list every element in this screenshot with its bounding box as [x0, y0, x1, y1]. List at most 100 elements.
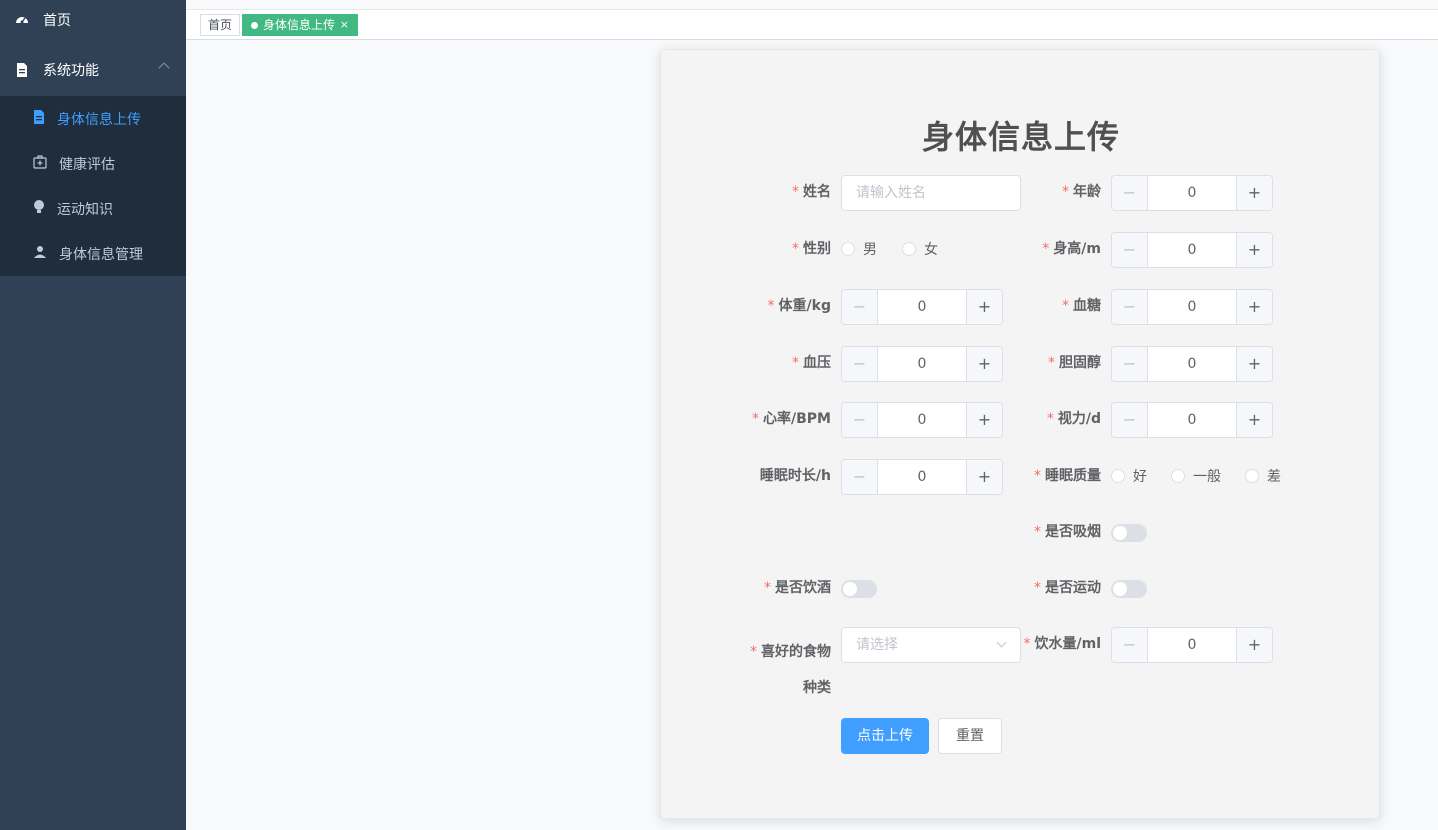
- blood-sugar-label: * 血糖: [1062, 298, 1101, 314]
- height-stepper[interactable]: − 0 +: [1111, 232, 1273, 268]
- reset-button[interactable]: 重置: [938, 718, 1002, 754]
- document-icon: [15, 63, 29, 77]
- menu-item-system[interactable]: 系统功能: [0, 48, 186, 92]
- plus-icon[interactable]: +: [1236, 347, 1272, 381]
- radio-circle-icon: [1245, 469, 1259, 483]
- drinking-switch[interactable]: [841, 580, 877, 598]
- plus-icon[interactable]: +: [966, 403, 1002, 437]
- height-label: * 身高/m: [1042, 241, 1101, 257]
- sidebar-item-label: 运动知识: [57, 201, 113, 218]
- weight-stepper[interactable]: − 0 +: [841, 289, 1003, 325]
- plus-icon[interactable]: +: [1236, 290, 1272, 324]
- food-select-placeholder: 请选择: [856, 637, 898, 653]
- menu-item-home[interactable]: 首页: [0, 0, 186, 40]
- sleep-duration-stepper[interactable]: − 0 +: [841, 459, 1003, 495]
- vision-stepper[interactable]: − 0 +: [1111, 402, 1273, 438]
- age-value[interactable]: 0: [1148, 176, 1236, 210]
- sidebar-item-health[interactable]: 健康评估: [0, 141, 186, 186]
- blood-pressure-stepper[interactable]: − 0 +: [841, 346, 1003, 382]
- sleep-quality-radio-poor[interactable]: 差: [1245, 466, 1281, 486]
- tag-home[interactable]: 首页: [200, 14, 241, 36]
- food-type-select[interactable]: 请选择: [841, 627, 1021, 663]
- cholesterol-label: * 胆固醇: [1048, 355, 1101, 371]
- vision-label: * 视力/d: [1046, 411, 1101, 427]
- minus-icon[interactable]: −: [1112, 290, 1148, 324]
- submit-button[interactable]: 点击上传: [841, 718, 929, 754]
- smoking-label: * 是否吸烟: [1034, 524, 1101, 540]
- gender-label: * 性别: [792, 241, 831, 257]
- tags-view: 首页 身体信息上传 ×: [186, 9, 1438, 40]
- plus-icon[interactable]: +: [966, 290, 1002, 324]
- menu-home-label: 首页: [43, 13, 71, 29]
- minus-icon[interactable]: −: [1112, 176, 1148, 210]
- blood-pressure-label: * 血压: [792, 355, 831, 371]
- water-intake-value[interactable]: 0: [1148, 628, 1236, 662]
- minus-icon[interactable]: −: [842, 290, 878, 324]
- plus-icon[interactable]: +: [1236, 403, 1272, 437]
- blood-sugar-value[interactable]: 0: [1148, 290, 1236, 324]
- sleep-duration-label: 睡眠时长/h: [759, 468, 831, 484]
- plus-icon[interactable]: +: [966, 347, 1002, 381]
- cholesterol-value[interactable]: 0: [1148, 347, 1236, 381]
- plus-icon[interactable]: +: [1236, 176, 1272, 210]
- weight-value[interactable]: 0: [878, 290, 966, 324]
- age-stepper[interactable]: − 0 +: [1111, 175, 1273, 211]
- minus-icon[interactable]: −: [1112, 347, 1148, 381]
- sleep-quality-label: * 睡眠质量: [1034, 468, 1101, 484]
- radio-circle-icon: [841, 242, 855, 256]
- medical-box-icon: [33, 154, 47, 173]
- form-card: 身体信息上传 * 姓名 请输入姓名 * 年龄 − 0 + * 性别 男 女 * 身高/m…: [660, 49, 1380, 819]
- vision-value[interactable]: 0: [1148, 403, 1236, 437]
- name-label: * 姓名: [792, 184, 831, 200]
- weight-label: * 体重/kg: [767, 298, 831, 314]
- sleep-duration-value[interactable]: 0: [878, 460, 966, 494]
- water-intake-stepper[interactable]: − 0 +: [1111, 627, 1273, 663]
- sidebar-item-label: 健康评估: [59, 156, 115, 173]
- minus-icon[interactable]: −: [842, 460, 878, 494]
- document-icon: [33, 109, 45, 128]
- sidebar-item-body-manage[interactable]: 身体信息管理: [0, 231, 186, 276]
- age-label: * 年龄: [1062, 184, 1101, 200]
- heart-rate-label: * 心率/BPM: [752, 411, 831, 427]
- plus-icon[interactable]: +: [966, 460, 1002, 494]
- blood-pressure-value[interactable]: 0: [878, 347, 966, 381]
- user-icon: [33, 245, 47, 263]
- minus-icon[interactable]: −: [1112, 403, 1148, 437]
- sidebar-item-body-upload[interactable]: 身体信息上传: [0, 96, 186, 141]
- heart-rate-value[interactable]: 0: [878, 403, 966, 437]
- sleep-quality-radio-normal[interactable]: 一般: [1171, 466, 1221, 486]
- close-icon[interactable]: ×: [340, 15, 349, 35]
- dashboard-icon: [15, 13, 29, 27]
- plus-icon[interactable]: +: [1236, 233, 1272, 267]
- exercise-switch[interactable]: [1111, 580, 1147, 598]
- switch-knob: [843, 582, 857, 596]
- radio-circle-icon: [1171, 469, 1185, 483]
- tag-label: 身体信息上传: [263, 18, 336, 32]
- bulb-icon: [33, 199, 45, 218]
- sidebar-item-exercise[interactable]: 运动知识: [0, 186, 186, 231]
- smoking-switch[interactable]: [1111, 524, 1147, 542]
- height-value[interactable]: 0: [1148, 233, 1236, 267]
- plus-icon[interactable]: +: [1236, 628, 1272, 662]
- chevron-up-icon: [158, 62, 170, 74]
- switch-knob: [1113, 582, 1127, 596]
- gender-radio-female[interactable]: 女: [902, 239, 938, 259]
- minus-icon[interactable]: −: [842, 347, 878, 381]
- water-intake-label: * 饮水量/ml: [1023, 636, 1102, 652]
- minus-icon[interactable]: −: [1112, 233, 1148, 267]
- radio-circle-icon: [1111, 469, 1125, 483]
- cholesterol-stepper[interactable]: − 0 +: [1111, 346, 1273, 382]
- gender-radio-male[interactable]: 男: [841, 239, 877, 259]
- minus-icon[interactable]: −: [842, 403, 878, 437]
- tag-body-upload[interactable]: 身体信息上传 ×: [242, 14, 359, 36]
- menu-system-label: 系统功能: [43, 63, 99, 79]
- exercise-label: * 是否运动: [1034, 580, 1101, 596]
- minus-icon[interactable]: −: [1112, 628, 1148, 662]
- blood-sugar-stepper[interactable]: − 0 +: [1111, 289, 1273, 325]
- switch-knob: [1113, 526, 1127, 540]
- heart-rate-stepper[interactable]: − 0 +: [841, 402, 1003, 438]
- sleep-quality-radio-good[interactable]: 好: [1111, 466, 1147, 486]
- radio-circle-icon: [902, 242, 916, 256]
- submenu: 身体信息上传 健康评估 运动知识 身体信息管理: [0, 96, 186, 276]
- name-input[interactable]: 请输入姓名: [841, 175, 1021, 211]
